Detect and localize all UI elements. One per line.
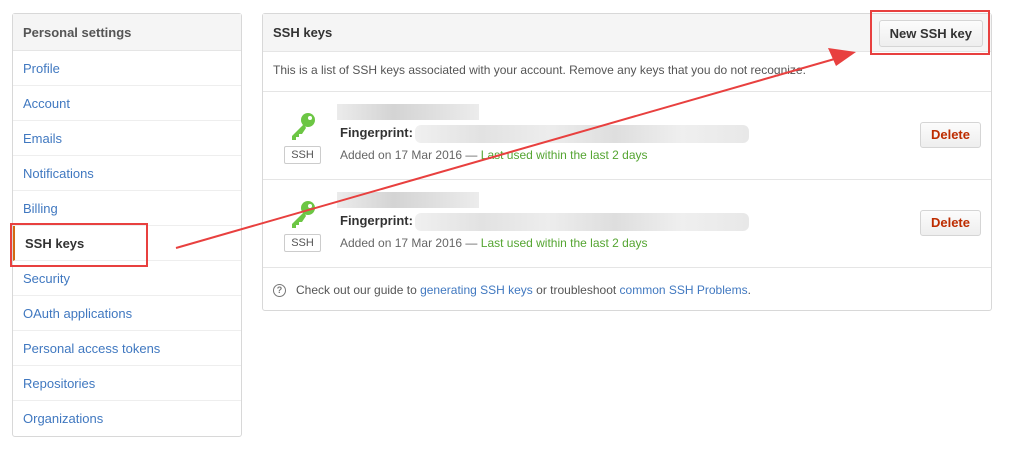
sidebar-item-personal-access-tokens[interactable]: Personal access tokens — [13, 331, 241, 366]
key-icon — [292, 201, 315, 228]
delete-key-button[interactable]: Delete — [919, 122, 981, 148]
sidebar-item-account[interactable]: Account — [13, 86, 241, 121]
key-title-redacted — [337, 104, 479, 120]
footer-middle: or troubleshoot — [532, 283, 620, 297]
key-title-redacted — [337, 192, 479, 208]
panel-footer: ? Check out our guide to generating SSH … — [263, 268, 991, 313]
fingerprint-label: Fingerprint: — [340, 213, 413, 228]
sidebar-item-oauth-applications[interactable]: OAuth applications — [13, 296, 241, 331]
fingerprint-redacted — [415, 213, 749, 231]
delete-key-button[interactable]: Delete — [919, 210, 981, 236]
highlight-box-ssh-keys — [10, 223, 148, 267]
ssh-keys-panel: SSH keys New SSH key This is a list of S… — [262, 13, 992, 311]
added-date: Added on 17 Mar 2016 — — [340, 236, 481, 250]
last-used: Last used within the last 2 days — [480, 148, 648, 162]
page-title: SSH keys — [273, 25, 333, 40]
sidebar-item-organizations[interactable]: Organizations — [13, 401, 241, 436]
sidebar-item-repositories[interactable]: Repositories — [13, 366, 241, 401]
sidebar-header: Personal settings — [13, 14, 241, 51]
key-added-info: Added on 17 Mar 2016 — Last used within … — [340, 236, 648, 250]
footer-suffix: . — [747, 283, 751, 297]
last-used: Last used within the last 2 days — [480, 236, 648, 250]
ssh-badge: SSH — [284, 234, 321, 252]
sidebar-item-notifications[interactable]: Notifications — [13, 156, 241, 191]
generating-ssh-keys-link[interactable]: generating SSH keys — [420, 283, 533, 297]
highlight-box-new-ssh-key — [870, 10, 990, 55]
common-ssh-problems-link[interactable]: common SSH Problems — [620, 283, 748, 297]
sidebar-item-emails[interactable]: Emails — [13, 121, 241, 156]
key-added-info: Added on 17 Mar 2016 — Last used within … — [340, 148, 648, 162]
ssh-badge: SSH — [284, 146, 321, 164]
footer-prefix: Check out our guide to — [296, 283, 421, 297]
ssh-key-row: SSH Fingerprint: Added on 17 Mar 2016 — … — [263, 180, 991, 268]
fingerprint-redacted — [415, 125, 749, 143]
sidebar-item-profile[interactable]: Profile — [13, 51, 241, 86]
fingerprint-label: Fingerprint: — [340, 125, 413, 140]
ssh-key-row: SSH Fingerprint: Added on 17 Mar 2016 — … — [263, 92, 991, 180]
key-icon — [292, 113, 315, 140]
sidebar-item-billing[interactable]: Billing — [13, 191, 241, 226]
help-icon: ? — [273, 284, 286, 297]
panel-description: This is a list of SSH keys associated wi… — [263, 52, 991, 92]
added-date: Added on 17 Mar 2016 — — [340, 148, 481, 162]
